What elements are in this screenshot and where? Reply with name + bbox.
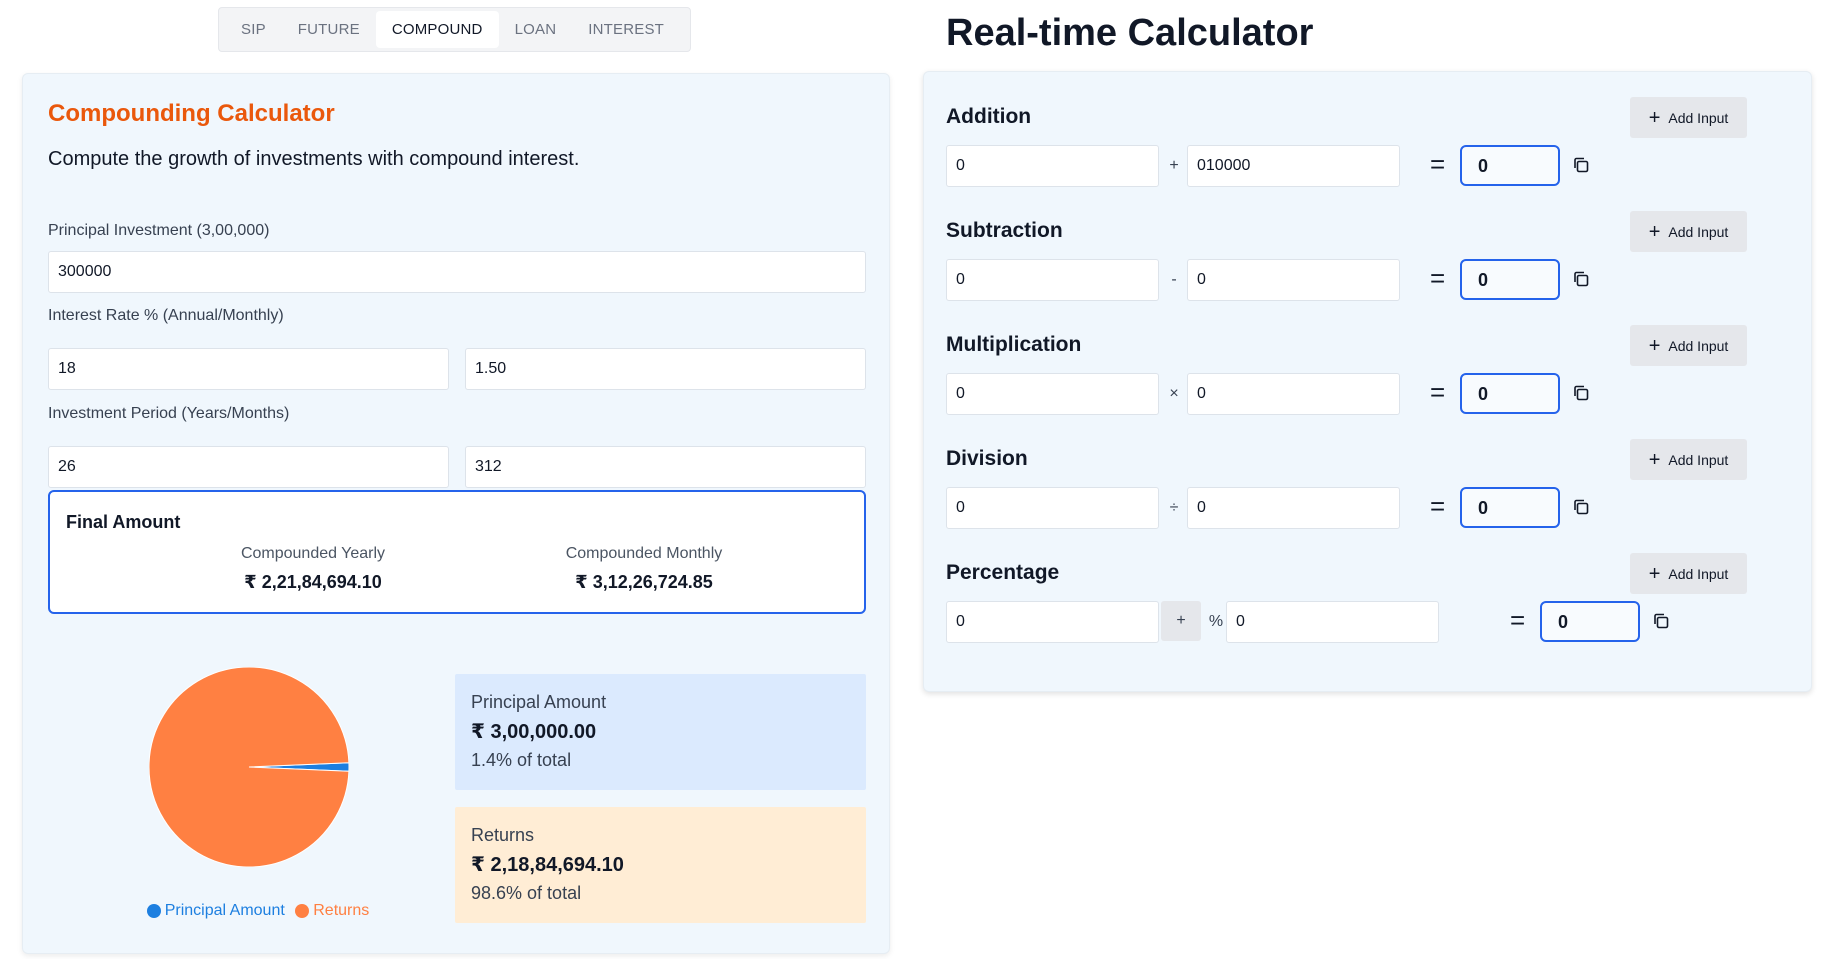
division-input-b[interactable] <box>1187 487 1400 529</box>
subtraction-result: 0 <box>1460 259 1560 300</box>
tab-compound[interactable]: COMPOUND <box>375 11 499 48</box>
final-amount-box: Final Amount Compounded Yearly ₹ 2,21,84… <box>48 490 866 614</box>
copy-icon[interactable] <box>1572 384 1590 402</box>
breakdown-pie-chart <box>148 666 350 868</box>
plus-icon: + <box>1648 448 1661 471</box>
subtraction-title: Subtraction <box>946 219 1063 242</box>
compounded-yearly: Compounded Yearly ₹ 2,21,84,694.10 <box>183 545 443 593</box>
addition-input-b[interactable] <box>1187 145 1400 187</box>
legend-returns-marker <box>295 904 310 918</box>
plus-icon: + <box>1648 334 1661 357</box>
copy-icon[interactable] <box>1572 498 1590 516</box>
principal-input[interactable] <box>48 251 866 293</box>
multiplication-result: 0 <box>1460 373 1560 414</box>
tab-interest[interactable]: INTEREST <box>572 11 680 48</box>
realtime-calculator-title: Real-time Calculator <box>946 12 1314 54</box>
compounded-monthly-value: ₹ 3,12,26,724.85 <box>575 572 713 592</box>
legend-returns-label: Returns <box>313 902 370 919</box>
division-input-a[interactable] <box>946 487 1159 529</box>
compounded-yearly-label: Compounded Yearly <box>240 545 386 562</box>
period-months-input[interactable] <box>465 446 866 488</box>
percent-operator: % <box>1208 613 1224 630</box>
copy-icon[interactable] <box>1572 156 1590 174</box>
percentage-add-input-button[interactable]: + Add Input <box>1630 553 1747 594</box>
division-result: 0 <box>1460 487 1560 528</box>
division-title: Division <box>946 447 1028 470</box>
percentage-input-b[interactable] <box>1226 601 1439 643</box>
multiplication-input-a[interactable] <box>946 373 1159 415</box>
multiplication-input-b[interactable] <box>1187 373 1400 415</box>
investment-period-label: Investment Period (Years/Months) <box>48 405 290 422</box>
equals-sign: = <box>1430 149 1446 179</box>
subtraction-input-a[interactable] <box>946 259 1159 301</box>
principal-label: Principal Investment (3,00,000) <box>48 222 270 239</box>
final-amount-title: Final Amount <box>66 512 181 532</box>
multiply-operator: × <box>1169 385 1179 402</box>
compounded-monthly-label: Compounded Monthly <box>565 545 723 562</box>
percentage-sign-toggle-button[interactable]: + <box>1161 601 1201 641</box>
returns-value: ₹ 2,18,84,694.10 <box>471 854 624 876</box>
equals-sign: = <box>1430 263 1446 293</box>
equals-sign: = <box>1430 491 1446 521</box>
compounded-yearly-value: ₹ 2,21,84,694.10 <box>244 572 382 592</box>
plus-icon: + <box>1648 562 1661 585</box>
legend-principal-label: Principal Amount <box>164 902 285 919</box>
plus-operator: + <box>1169 157 1179 174</box>
realtime-calculator-card: Addition + Add Input + = 0 Subtraction + A… <box>923 71 1812 692</box>
add-input-label: Add Input <box>1668 565 1729 582</box>
divide-operator: ÷ <box>1169 499 1179 516</box>
tab-future[interactable]: FUTURE <box>282 11 376 48</box>
equals-sign: = <box>1510 605 1526 635</box>
interest-rate-label: Interest Rate % (Annual/Monthly) <box>48 307 284 324</box>
addition-result: 0 <box>1460 145 1560 186</box>
multiplication-add-input-button[interactable]: + Add Input <box>1630 325 1747 366</box>
equals-sign: = <box>1430 377 1446 407</box>
plus-icon: + <box>1648 106 1661 129</box>
percentage-result: 0 <box>1540 601 1640 642</box>
copy-icon[interactable] <box>1652 612 1670 630</box>
add-input-label: Add Input <box>1668 451 1729 468</box>
legend-principal[interactable]: Principal Amount <box>146 902 285 920</box>
calculator-description: Compute the growth of investments with c… <box>48 148 580 170</box>
returns-label: Returns <box>471 825 535 845</box>
add-input-label: Add Input <box>1668 337 1729 354</box>
multiplication-title: Multiplication <box>946 333 1082 356</box>
legend-principal-marker <box>146 904 161 918</box>
plus-icon: + <box>1648 220 1661 243</box>
chart-legend: Principal Amount Returns <box>123 902 393 923</box>
subtraction-input-b[interactable] <box>1187 259 1400 301</box>
calculator-tabs: SIP FUTURE COMPOUND LOAN INTEREST <box>218 7 691 52</box>
percentage-input-a[interactable] <box>946 601 1159 643</box>
division-add-input-button[interactable]: + Add Input <box>1630 439 1747 480</box>
principal-amount-box: Principal Amount ₹ 3,00,000.00 1.4% of t… <box>455 674 866 790</box>
principal-amount-percentage: 1.4% of total <box>471 750 572 770</box>
period-years-input[interactable] <box>48 446 449 488</box>
subtraction-add-input-button[interactable]: + Add Input <box>1630 211 1747 252</box>
add-input-label: Add Input <box>1668 223 1729 240</box>
principal-amount-label: Principal Amount <box>471 692 607 712</box>
calculator-title: Compounding Calculator <box>48 100 335 127</box>
annual-rate-input[interactable] <box>48 348 449 390</box>
add-input-label: Add Input <box>1668 109 1729 126</box>
percentage-title: Percentage <box>946 561 1060 584</box>
compounding-calculator-card: Compounding Calculator Compute the growt… <box>22 73 890 954</box>
tab-loan[interactable]: LOAN <box>499 11 573 48</box>
addition-title: Addition <box>946 105 1032 128</box>
addition-input-a[interactable] <box>946 145 1159 187</box>
legend-returns[interactable]: Returns <box>295 902 369 920</box>
tab-sip[interactable]: SIP <box>225 11 282 48</box>
monthly-rate-input[interactable] <box>465 348 866 390</box>
principal-amount-value: ₹ 3,00,000.00 <box>471 721 597 743</box>
returns-percentage: 98.6% of total <box>471 883 582 903</box>
copy-icon[interactable] <box>1572 270 1590 288</box>
minus-operator: - <box>1171 271 1177 288</box>
addition-add-input-button[interactable]: + Add Input <box>1630 97 1747 138</box>
returns-box: Returns ₹ 2,18,84,694.10 98.6% of total <box>455 807 866 923</box>
compounded-monthly: Compounded Monthly ₹ 3,12,26,724.85 <box>514 545 774 593</box>
